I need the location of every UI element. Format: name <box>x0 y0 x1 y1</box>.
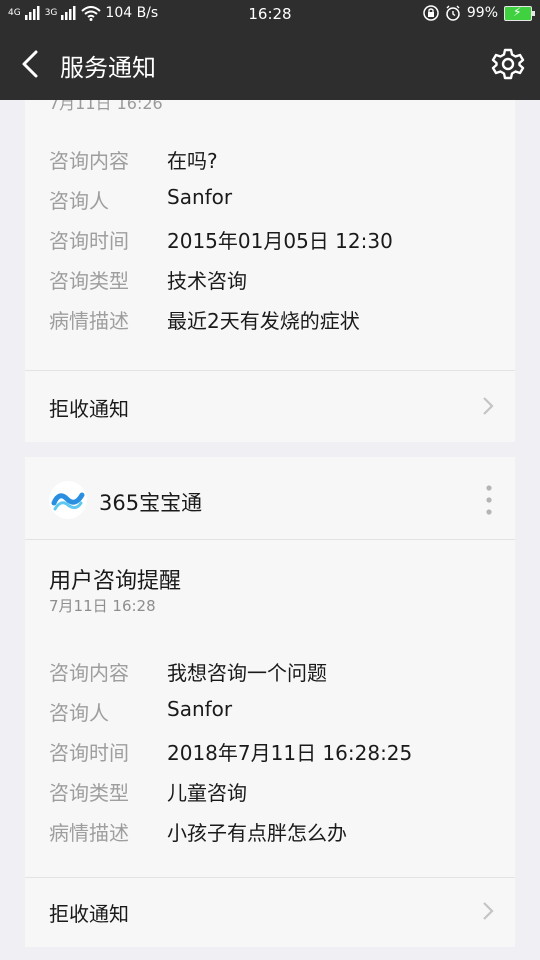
field-value: 最近2天有发烧的症状 <box>167 309 360 333</box>
field-label: 咨询时间 <box>49 741 129 765</box>
status-right: 99% ⚡ <box>423 5 535 21</box>
field-label: 咨询内容 <box>49 149 129 173</box>
field-value: 在吗? <box>167 149 218 173</box>
notification-title: 用户咨询提醒 <box>49 569 182 594</box>
field-value: 2018年7月11日 16:28:25 <box>167 741 413 765</box>
field-label: 咨询时间 <box>49 229 129 253</box>
lock-rotation-icon <box>423 5 439 21</box>
app-header: 服务通知 <box>0 28 540 100</box>
field-value: Sanfor <box>167 697 233 721</box>
field-value: 我想咨询一个问题 <box>167 661 327 685</box>
page-title: 服务通知 <box>60 54 156 82</box>
field-label: 咨询内容 <box>49 661 129 685</box>
battery-percent: 99% <box>466 5 498 21</box>
reject-notification-row[interactable]: 拒收通知 <box>25 371 515 441</box>
field-value: 2015年01月05日 12:30 <box>167 229 393 253</box>
field-value: 技术咨询 <box>167 269 247 293</box>
chevron-right-icon <box>483 397 494 415</box>
battery-icon: ⚡ <box>504 5 535 21</box>
reject-notification-row[interactable]: 拒收通知 <box>25 878 515 947</box>
field-value: Sanfor <box>167 185 233 209</box>
reject-notification-label: 拒收通知 <box>49 902 129 926</box>
field-label: 病情描述 <box>49 821 129 845</box>
notification-date: 7月11日 16:28 <box>49 597 156 615</box>
gear-icon[interactable] <box>490 46 526 82</box>
divider <box>25 539 515 540</box>
app-name: 365宝宝通 <box>99 491 203 515</box>
notification-date: 7月11日 16:26 <box>49 100 163 113</box>
field-label: 咨询人 <box>49 189 109 213</box>
notification-list[interactable]: 7月11日 16:26 咨询内容 在吗? 咨询人 Sanfor 咨询时间 201… <box>0 100 540 960</box>
status-bar: 4G 3G 104 B/s 16:28 99% ⚡ <box>0 0 540 28</box>
alarm-icon <box>446 5 460 21</box>
app-logo-icon <box>49 481 87 519</box>
back-arrow-icon[interactable] <box>14 46 50 82</box>
more-vertical-icon[interactable] <box>481 483 497 517</box>
notification-card: 365宝宝通 用户咨询提醒 7月11日 16:28 咨询内容 我想咨询一个问题 … <box>25 457 515 947</box>
chevron-right-icon <box>483 902 494 920</box>
field-label: 病情描述 <box>49 309 129 333</box>
field-label: 咨询类型 <box>49 781 129 805</box>
notification-card: 7月11日 16:26 咨询内容 在吗? 咨询人 Sanfor 咨询时间 201… <box>25 100 515 442</box>
field-value: 儿童咨询 <box>167 781 247 805</box>
field-value: 小孩子有点胖怎么办 <box>167 821 347 845</box>
field-label: 咨询类型 <box>49 269 129 293</box>
field-label: 咨询人 <box>49 701 109 725</box>
reject-notification-label: 拒收通知 <box>49 397 129 421</box>
